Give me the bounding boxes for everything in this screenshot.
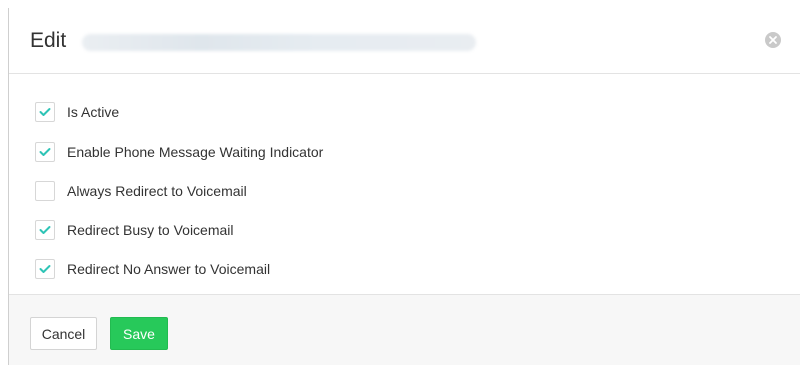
cancel-button[interactable]: Cancel [30, 317, 97, 350]
phone-mwi-label: Enable Phone Message Waiting Indicator [67, 144, 324, 160]
close-icon[interactable] [765, 32, 781, 48]
option-phone-mwi[interactable]: Enable Phone Message Waiting Indicator [35, 140, 323, 164]
option-is-active[interactable]: Is Active [35, 100, 119, 124]
always-redirect-checkbox[interactable] [35, 181, 55, 201]
dialog-title: Edit [30, 29, 67, 52]
save-button[interactable]: Save [110, 317, 168, 350]
is-active-label: Is Active [67, 104, 120, 120]
check-icon [39, 108, 51, 116]
dialog-body: Is Active Enable Phone Message Waiting I… [9, 74, 800, 294]
edit-dialog: Edit Is Active Enable Phone Message Wait… [8, 8, 800, 365]
check-icon [39, 265, 51, 273]
phone-mwi-checkbox[interactable] [35, 142, 55, 162]
redacted-email [82, 34, 476, 51]
redirect-no-answer-label: Redirect No Answer to Voicemail [67, 261, 271, 277]
option-redirect-no-answer[interactable]: Redirect No Answer to Voicemail [35, 257, 270, 281]
check-icon [39, 148, 51, 156]
option-redirect-busy[interactable]: Redirect Busy to Voicemail [35, 218, 234, 242]
always-redirect-label: Always Redirect to Voicemail [67, 183, 247, 199]
redirect-busy-checkbox[interactable] [35, 220, 55, 240]
option-always-redirect[interactable]: Always Redirect to Voicemail [35, 179, 247, 203]
dialog-footer: Cancel Save [9, 294, 800, 365]
redirect-busy-label: Redirect Busy to Voicemail [67, 222, 234, 238]
redirect-no-answer-checkbox[interactable] [35, 259, 55, 279]
is-active-checkbox[interactable] [35, 102, 55, 122]
dialog-header: Edit [9, 8, 800, 74]
check-icon [39, 226, 51, 234]
